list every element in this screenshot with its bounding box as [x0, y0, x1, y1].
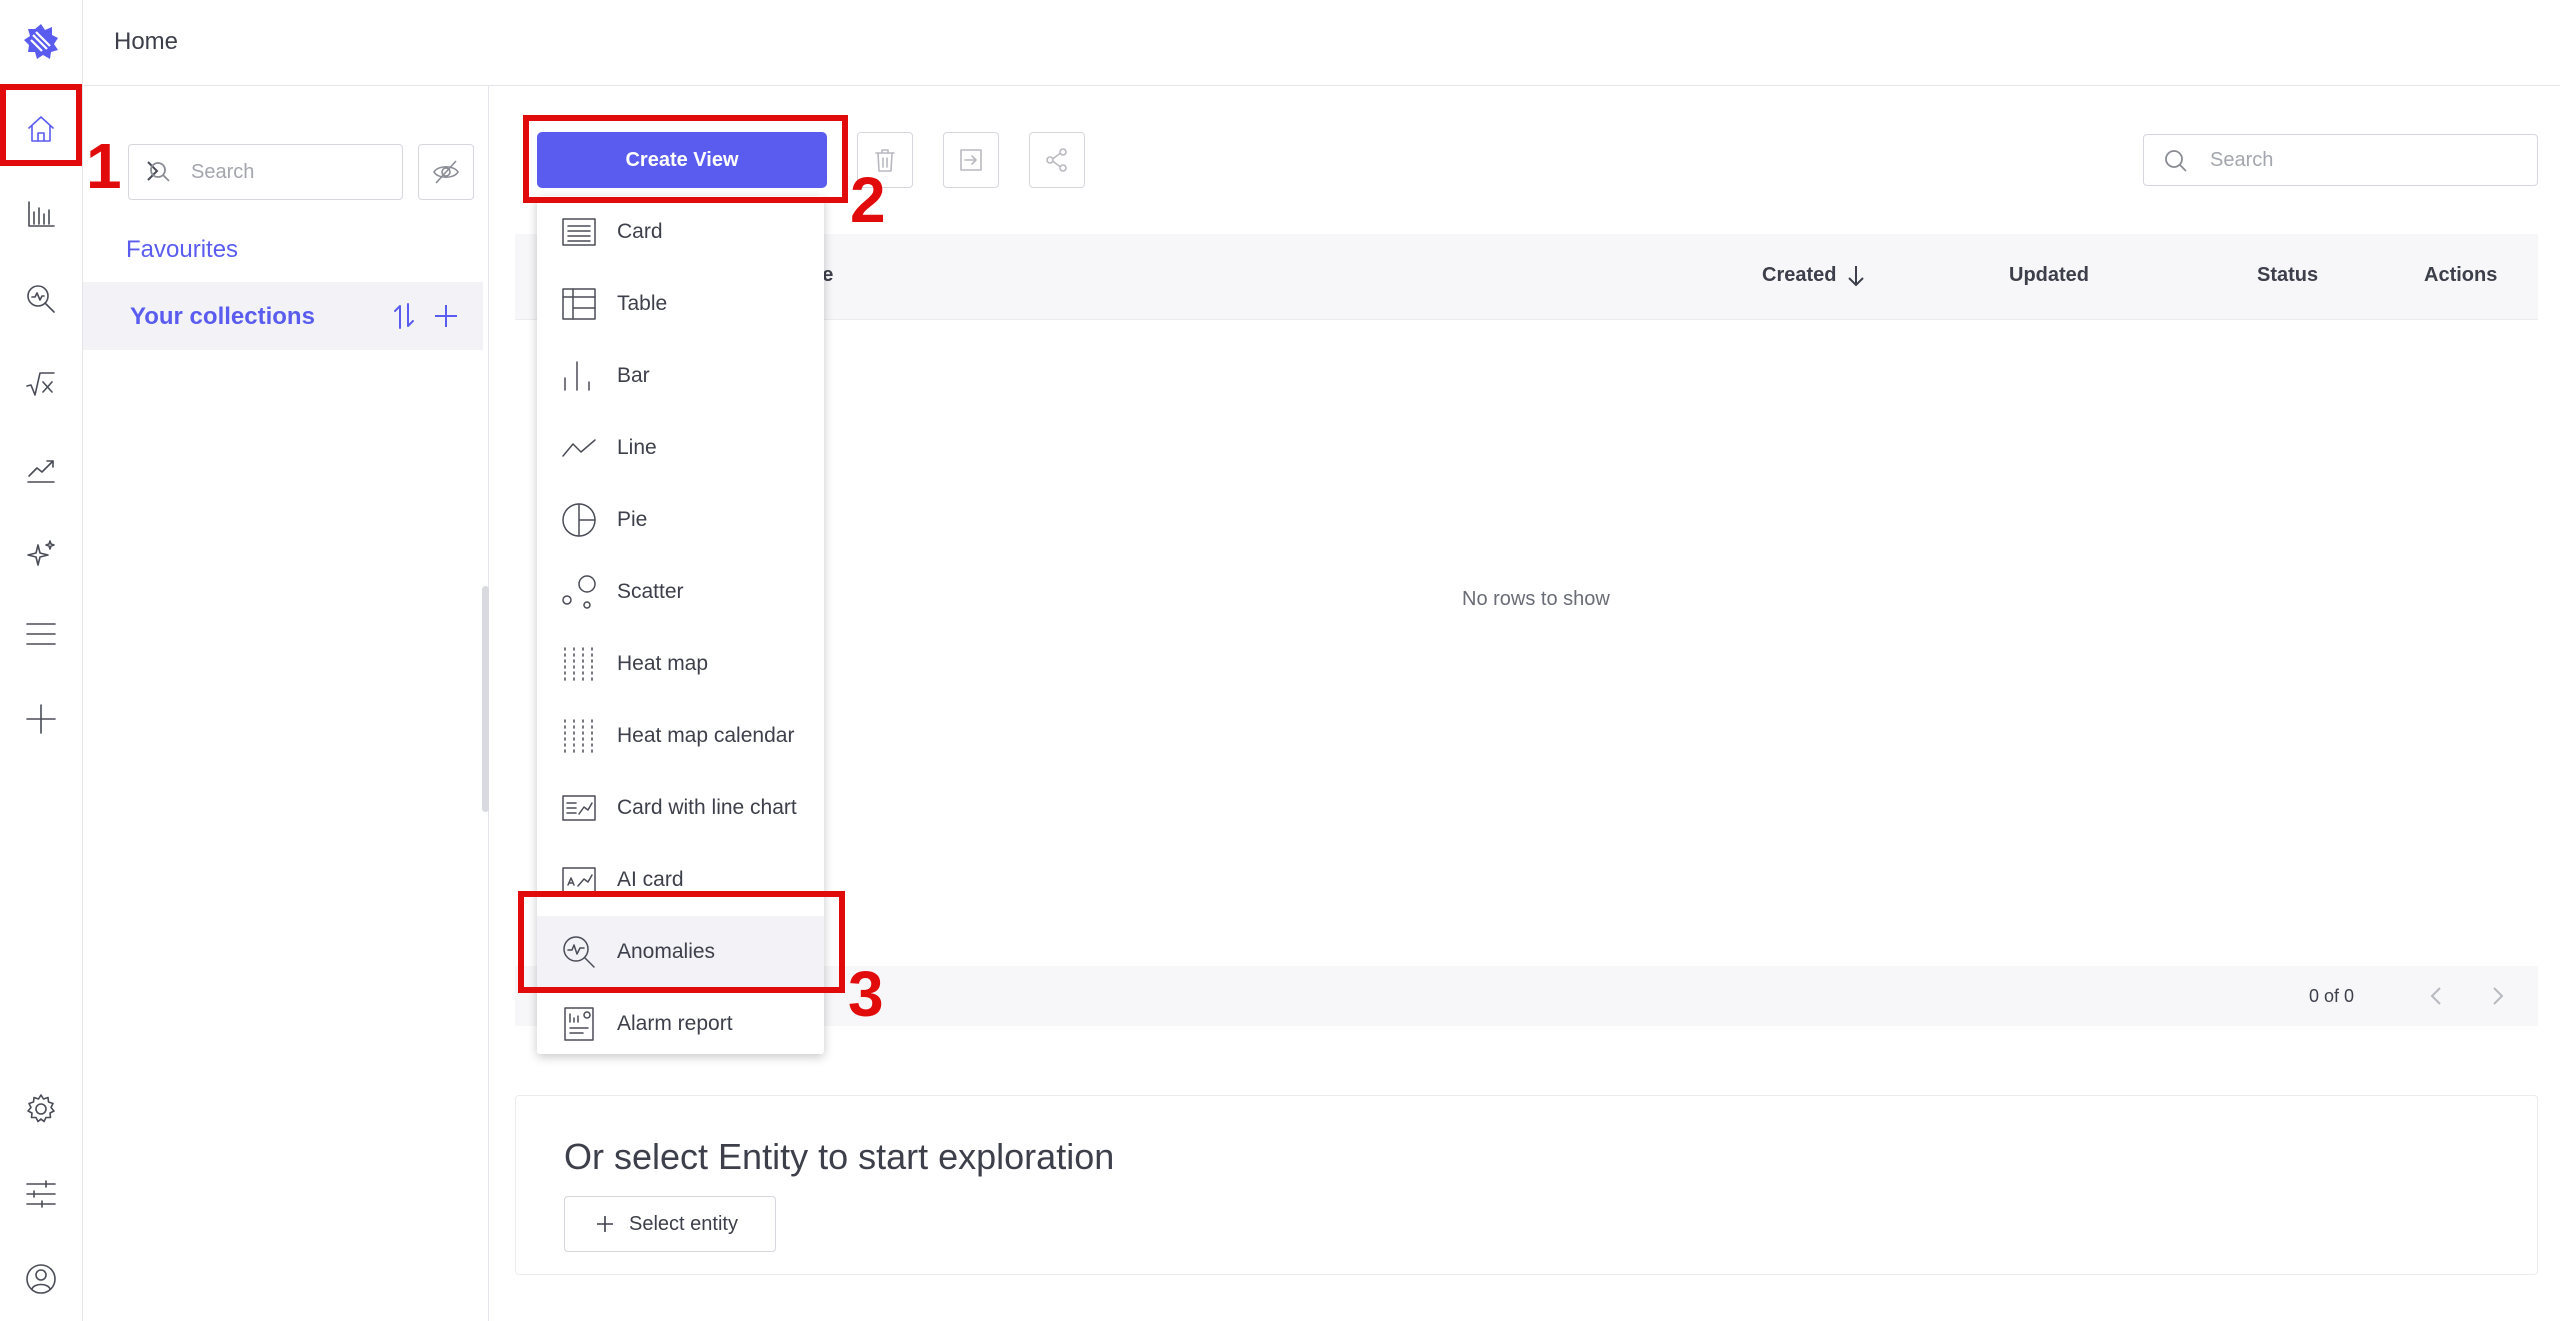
your-collections-row[interactable]: Your collections — [83, 282, 483, 350]
menu-item-label: Alarm report — [617, 1012, 733, 1035]
annotation-box-3 — [518, 891, 845, 993]
heatmap-calendar-icon — [564, 719, 593, 753]
menu-item-label: Line — [617, 436, 657, 459]
scatter-icon — [562, 575, 596, 609]
search-placeholder: Search — [191, 161, 255, 183]
menu-item-label: Card with line chart — [617, 796, 797, 819]
user-icon — [26, 1264, 56, 1294]
menu-item-label: Bar — [617, 364, 650, 387]
rail-preferences-button[interactable] — [12, 1165, 70, 1223]
rail-anomalies-button[interactable] — [12, 270, 70, 328]
sort-icon[interactable] — [392, 302, 416, 330]
menu-item-pie[interactable]: Pie — [537, 484, 824, 556]
panel-scrollbar[interactable] — [482, 586, 489, 812]
breadcrumb[interactable]: Home — [114, 28, 178, 56]
trend-line-icon — [27, 460, 55, 483]
move-button[interactable] — [943, 132, 999, 188]
menu-item-label: Heat map — [617, 652, 709, 675]
alarm-report-icon — [564, 1007, 594, 1041]
line-icon — [562, 439, 596, 457]
chevron-left-icon[interactable] — [2425, 984, 2449, 1008]
search-placeholder: Search — [2210, 149, 2274, 171]
column-actions: Actions — [2424, 264, 2498, 286]
menu-lines-icon — [26, 623, 56, 645]
entity-exploration-card: Or select Entity to start exploration Se… — [515, 1095, 2538, 1275]
search-icon — [150, 162, 170, 182]
anomaly-search-icon — [27, 285, 55, 313]
move-to-icon — [960, 149, 982, 171]
formula-icon — [26, 372, 55, 396]
annotation-box-2 — [523, 115, 848, 203]
menu-item-scatter[interactable]: Scatter — [537, 556, 824, 628]
menu-item-heat-map[interactable]: Heat map — [537, 628, 824, 700]
menu-item-heat-map-calendar[interactable]: Heat map calendar — [537, 700, 824, 772]
annotation-number-2: 2 — [850, 164, 886, 236]
rail-trends-button[interactable] — [12, 440, 70, 498]
menu-item-label: Table — [617, 292, 668, 315]
chevron-right-icon[interactable] — [2485, 984, 2509, 1008]
hide-toggle-button[interactable] — [418, 144, 474, 200]
your-collections-label: Your collections — [130, 303, 315, 330]
heatmap-icon — [564, 647, 593, 681]
column-updated[interactable]: Updated — [2009, 264, 2089, 287]
rail-profile-button[interactable] — [12, 1250, 70, 1308]
sliders-icon — [26, 1180, 56, 1208]
sparkle-icon — [27, 540, 55, 566]
rail-ai-button[interactable] — [12, 525, 70, 583]
add-collection-icon[interactable] — [432, 302, 460, 330]
search-icon — [2165, 150, 2187, 172]
menu-item-alarm-report[interactable]: Alarm report — [537, 988, 824, 1060]
bar-chart-icon — [28, 201, 55, 227]
rail-charts-button[interactable] — [12, 185, 70, 243]
annotation-box-1 — [0, 84, 82, 166]
column-status[interactable]: Status — [2257, 264, 2318, 287]
plus-icon — [597, 1216, 613, 1232]
collections-search-input[interactable]: Search — [128, 144, 403, 200]
rail-add-button[interactable] — [12, 690, 70, 748]
bar-icon — [564, 361, 590, 391]
rail-formula-button[interactable] — [12, 355, 70, 413]
menu-item-line[interactable]: Line — [537, 412, 824, 484]
plus-icon — [26, 704, 56, 734]
select-entity-label: Select entity — [629, 1212, 738, 1235]
menu-item-card-line-chart[interactable]: Card with line chart — [537, 772, 824, 844]
collections-panel: Search Favourites Your collections — [83, 86, 489, 1321]
table-icon — [562, 288, 596, 320]
rail-list-button[interactable] — [12, 605, 70, 663]
gear-icon — [27, 1094, 55, 1123]
annotation-number-3: 3 — [848, 958, 884, 1030]
empty-grid-message: No rows to show — [1462, 588, 1610, 610]
select-entity-button[interactable]: Select entity — [564, 1196, 776, 1252]
menu-item-label: Heat map calendar — [617, 724, 795, 747]
menu-item-bar[interactable]: Bar — [537, 340, 824, 412]
icon-rail — [0, 0, 83, 1321]
card-line-chart-icon — [562, 795, 596, 821]
pagination-count: 0 of 0 — [2309, 986, 2355, 1006]
entity-title: Or select Entity to start exploration — [564, 1136, 1115, 1177]
views-search-input[interactable]: Search — [2143, 134, 2538, 186]
app-logo-icon[interactable] — [22, 22, 60, 60]
menu-item-card[interactable]: Card — [537, 196, 824, 268]
sort-desc-icon[interactable] — [1844, 263, 1868, 289]
share-button[interactable] — [1029, 132, 1085, 188]
menu-item-label: Card — [617, 220, 663, 243]
share-icon — [1046, 148, 1067, 172]
annotation-number-1: 1 — [86, 130, 122, 202]
menu-item-label: AI card — [617, 868, 684, 891]
menu-item-label: Scatter — [617, 580, 684, 603]
eye-off-icon — [433, 160, 459, 184]
menu-item-table[interactable]: Table — [537, 268, 824, 340]
top-bar: Home — [83, 0, 2560, 86]
pie-icon — [562, 503, 596, 537]
card-icon — [562, 218, 596, 246]
rail-settings-button[interactable] — [12, 1080, 70, 1138]
favourites-link[interactable]: Favourites — [126, 236, 238, 264]
menu-item-label: Pie — [617, 508, 648, 531]
column-created[interactable]: Created — [1762, 264, 1836, 287]
